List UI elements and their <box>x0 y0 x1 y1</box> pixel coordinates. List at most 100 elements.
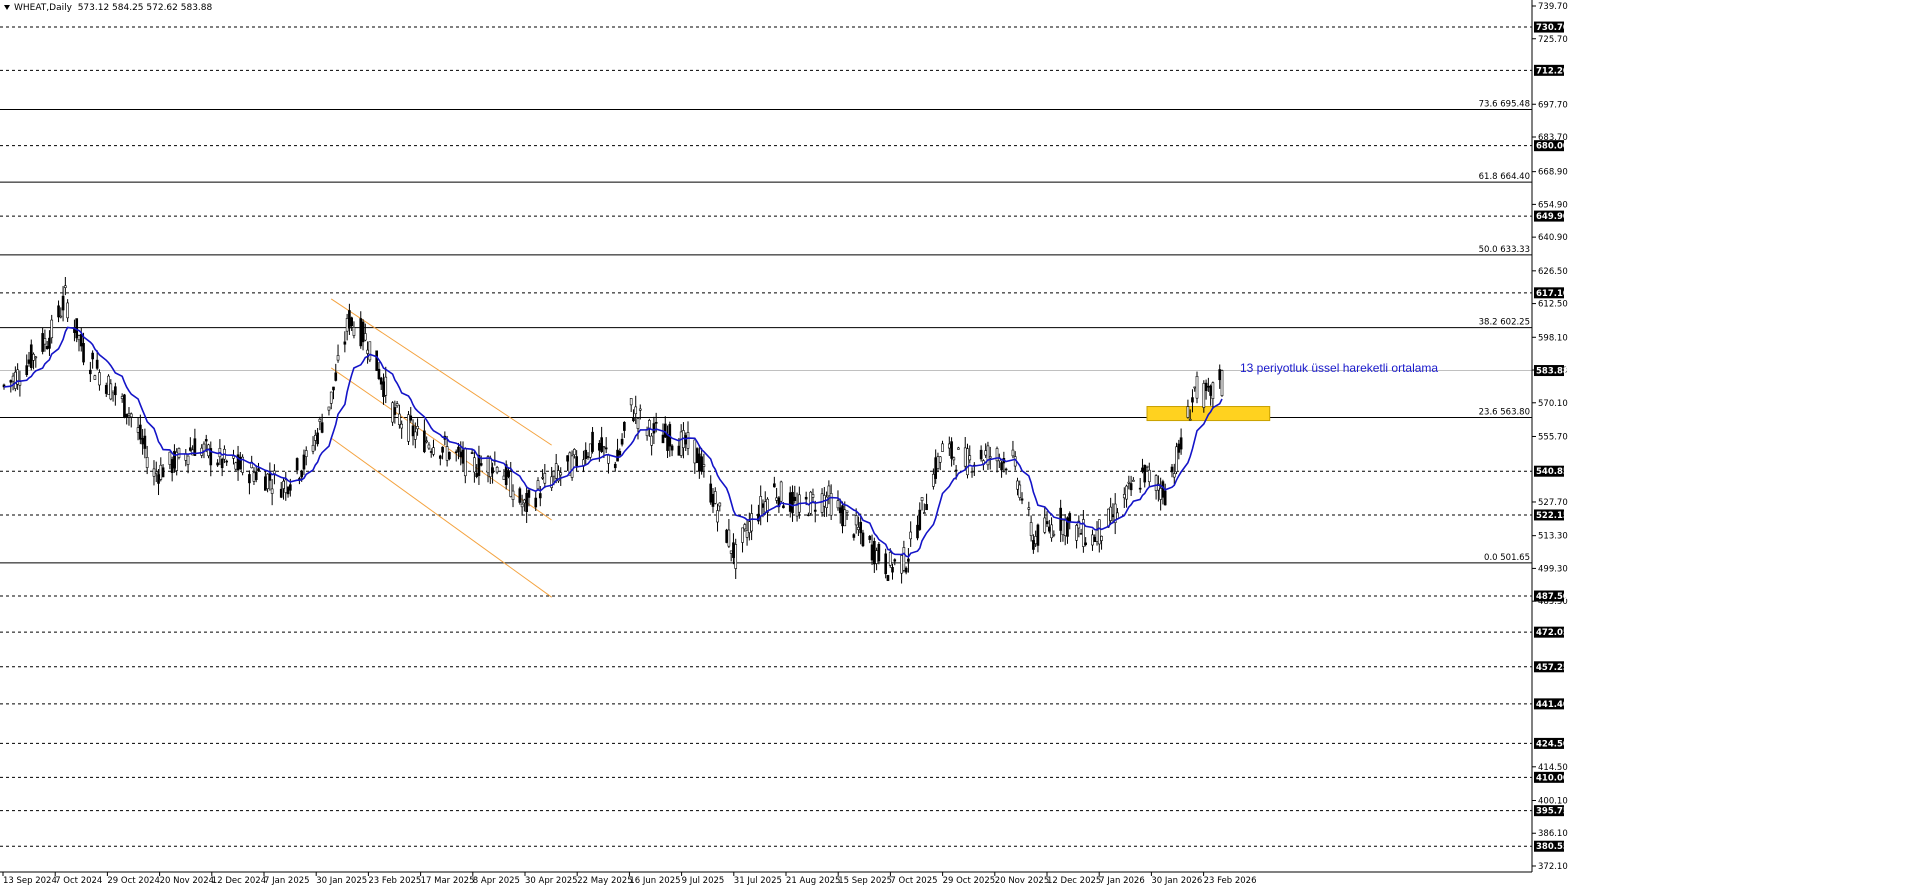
time-tick-label: 12 Dec 2024 <box>212 876 266 886</box>
candle-body <box>475 473 478 477</box>
candle-body <box>693 439 697 464</box>
candle-body <box>813 509 817 512</box>
candle-body <box>795 503 799 517</box>
candle-body <box>1084 542 1087 545</box>
candle-body <box>318 418 322 422</box>
candle-body <box>950 441 953 459</box>
candle-body <box>382 381 385 398</box>
candle-body <box>584 449 588 460</box>
candle-body <box>266 473 269 489</box>
candle-body <box>1043 517 1047 533</box>
candle-body <box>1147 469 1151 483</box>
level-tag-label: 424.50 <box>1536 739 1569 749</box>
candle-body <box>827 485 831 497</box>
candle-body <box>311 444 315 452</box>
candle-body <box>254 471 258 480</box>
candle-body <box>273 470 276 474</box>
candle-body <box>734 544 738 569</box>
candle-body <box>9 380 13 383</box>
candle-body <box>536 480 540 490</box>
candle-body <box>486 456 490 474</box>
candle-body <box>793 496 797 501</box>
candle-body <box>666 434 669 451</box>
candle-body <box>288 484 292 491</box>
candle-body <box>111 390 115 394</box>
candle-body <box>1186 406 1190 418</box>
candle-body <box>861 532 865 547</box>
price-tick-label: 555.70 <box>1538 432 1568 442</box>
candle-body <box>61 295 65 311</box>
candle-body <box>411 425 415 437</box>
price-tick-label: 513.30 <box>1538 532 1568 542</box>
time-tick-label: 12 Dec 2025 <box>1047 876 1101 886</box>
candle-body <box>127 413 131 416</box>
candle-body <box>332 386 335 391</box>
candle-body <box>161 467 165 478</box>
candle-body <box>29 344 33 368</box>
candle-body <box>300 470 304 478</box>
dropdown-triangle-icon[interactable] <box>4 5 10 10</box>
candle-body <box>727 529 731 547</box>
candle-body <box>613 463 617 469</box>
candle-body <box>875 550 878 564</box>
candle-body <box>352 327 356 336</box>
candle-body <box>852 534 856 538</box>
candle-body <box>350 317 353 327</box>
chart-window[interactable]: 73.6 695.48 61.8 664.40 50.0 633.33 38.2 60… <box>0 0 1916 888</box>
candle-body <box>1122 494 1126 499</box>
candle-body <box>1175 446 1178 473</box>
candle-body <box>1202 383 1206 408</box>
candle-body <box>1016 480 1019 490</box>
candle-body <box>91 352 94 360</box>
candle-body <box>120 396 124 399</box>
level-tag-label: 540.85 <box>1536 467 1569 477</box>
candle-body <box>1211 382 1215 399</box>
candle-body <box>454 451 458 454</box>
candle-body <box>702 464 706 467</box>
level-tag-label: 395.75 <box>1536 807 1569 817</box>
candle-body <box>129 413 133 418</box>
candle-body <box>632 417 635 422</box>
candle-body <box>616 449 619 462</box>
candle-body <box>618 451 622 456</box>
candle-body <box>1061 519 1065 535</box>
candle-body <box>1132 479 1135 482</box>
candle-body <box>495 467 499 473</box>
candle-body <box>286 487 290 495</box>
price-tick-label: 640.90 <box>1538 233 1568 243</box>
candle-body <box>1111 514 1115 518</box>
candle-body <box>1127 481 1131 484</box>
candle-body <box>884 553 888 575</box>
time-tick-label: 22 May 2025 <box>577 876 632 886</box>
time-tick-label: 21 Aug 2025 <box>786 876 840 886</box>
candle-body <box>995 448 999 462</box>
candle-body <box>473 457 476 473</box>
candle-body <box>429 451 433 453</box>
candle-body <box>107 375 110 395</box>
candle-body <box>463 448 467 477</box>
time-tick-label: 23 Feb 2025 <box>368 876 421 886</box>
candle-body <box>507 470 510 477</box>
candle-body <box>363 333 367 341</box>
candle-body <box>1129 483 1133 491</box>
candle-body <box>829 493 833 516</box>
candle-body <box>384 376 388 396</box>
candle-body <box>804 496 808 500</box>
candle-body <box>909 531 913 540</box>
candle-body <box>922 512 926 514</box>
candle-body <box>916 524 919 539</box>
candle-body <box>1170 466 1174 473</box>
price-chart[interactable]: 73.6 695.48 61.8 664.40 50.0 633.33 38.2 60… <box>0 0 1916 888</box>
candle-body <box>554 463 558 479</box>
candle-body <box>14 371 17 389</box>
candle-body <box>638 408 642 411</box>
time-tick-label: 7 Jan 2025 <box>264 876 310 886</box>
candle-body <box>893 559 897 562</box>
candle-body <box>377 368 381 380</box>
candle-body <box>600 437 603 453</box>
candle-body <box>1034 536 1037 545</box>
candle-body <box>1000 462 1003 471</box>
candle-body <box>204 439 208 442</box>
candle-body <box>1209 385 1212 396</box>
candle-body <box>573 449 576 456</box>
